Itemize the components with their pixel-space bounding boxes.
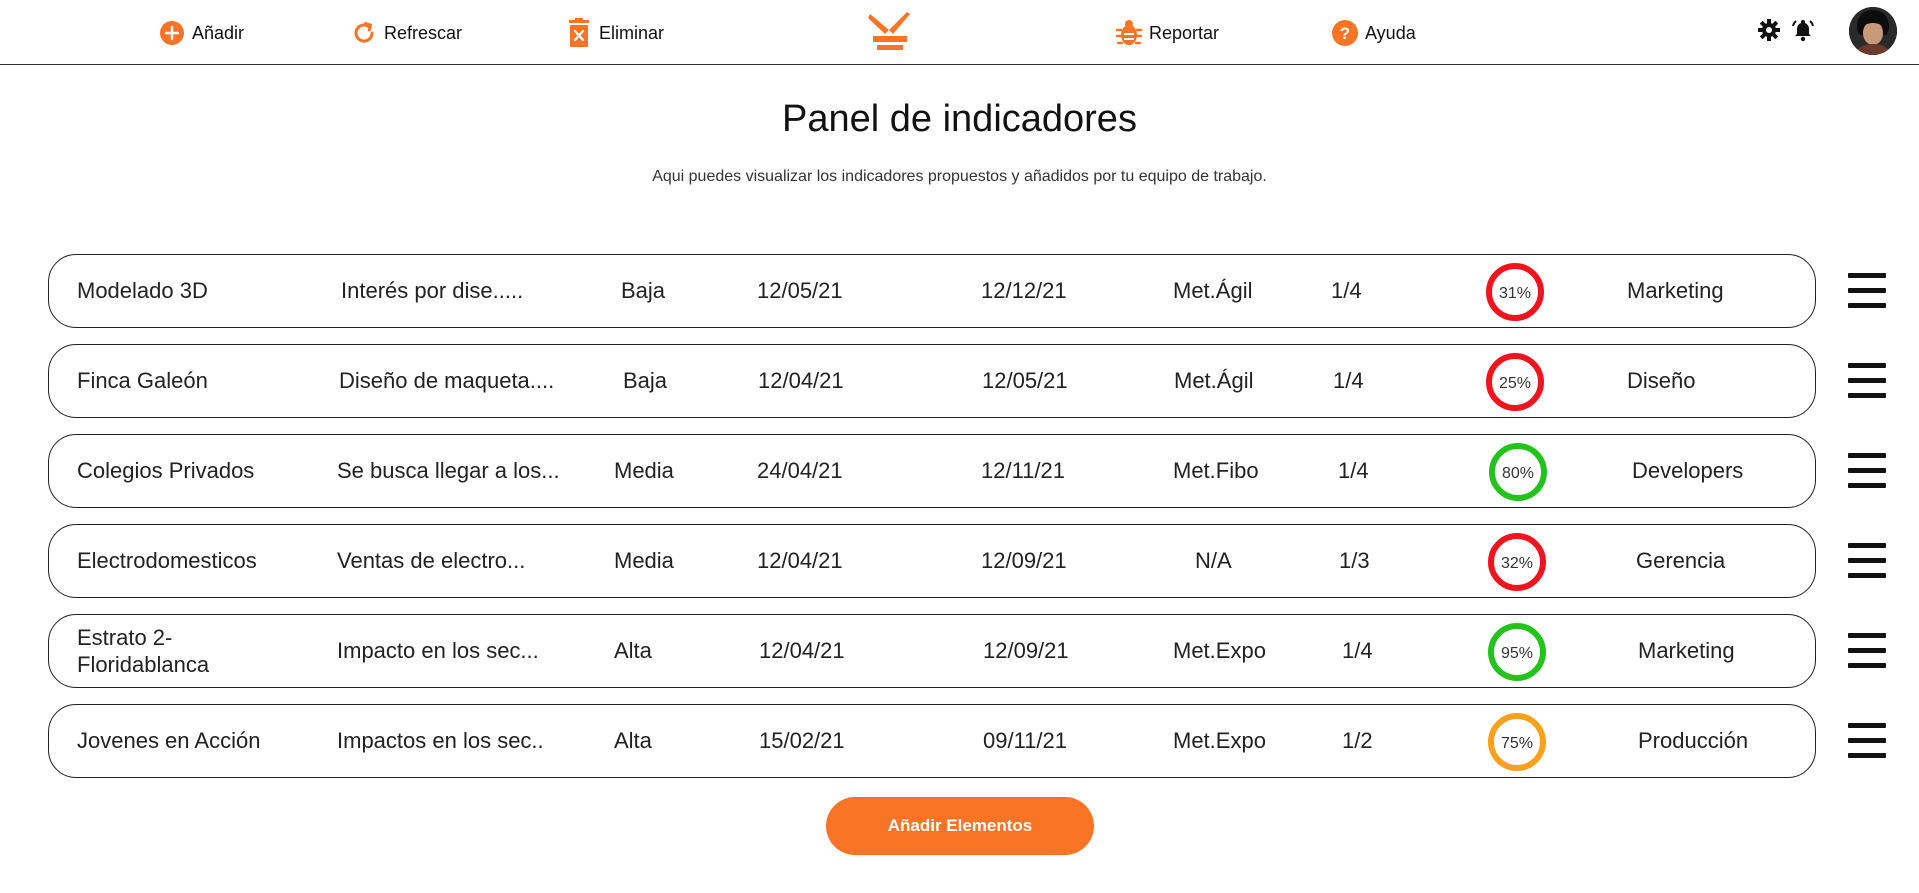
indicator-start-date: 24/04/21 bbox=[757, 458, 843, 483]
progress-ring: 75% bbox=[1488, 713, 1546, 771]
delete-label: Eliminar bbox=[599, 22, 665, 43]
help-label: Ayuda bbox=[1365, 22, 1416, 43]
indicator-row[interactable]: Finca Galeón Diseño de maqueta.... Baja … bbox=[48, 344, 1816, 418]
progress-ring: 31% bbox=[1486, 263, 1544, 321]
report-button[interactable]: Reportar bbox=[1115, 16, 1219, 50]
indicator-priority: Media bbox=[614, 458, 674, 483]
progress-label: 75% bbox=[1501, 735, 1533, 752]
indicator-method: Met.Expo bbox=[1173, 638, 1266, 663]
indicator-row[interactable]: Colegios Privados Se busca llegar a los.… bbox=[48, 434, 1816, 508]
indicator-method: Met.Fibo bbox=[1173, 458, 1259, 483]
indicator-start-date: 15/02/21 bbox=[759, 728, 845, 753]
indicator-phase: 1/4 bbox=[1333, 368, 1364, 393]
indicator-description: Ventas de electro... bbox=[337, 548, 526, 573]
settings-button[interactable] bbox=[1757, 18, 1781, 47]
refresh-icon bbox=[350, 19, 378, 47]
indicator-name: Electrodomesticos bbox=[77, 548, 257, 573]
indicator-name: Estrato 2- Floridablanca bbox=[77, 625, 210, 677]
refresh-label: Refrescar bbox=[384, 22, 463, 43]
top-toolbar: Añadir Refrescar Eliminar Reportar ? Ayu… bbox=[0, 0, 1919, 65]
page-subtitle: Aqui puedes visualizar los indicadores p… bbox=[652, 168, 1267, 185]
indicator-name: Jovenes en Acción bbox=[77, 728, 261, 753]
indicator-priority: Media bbox=[614, 548, 674, 573]
progress-label: 80% bbox=[1502, 465, 1534, 482]
brand-logo[interactable] bbox=[867, 12, 913, 52]
indicator-priority: Alta bbox=[614, 638, 652, 663]
progress-ring: 25% bbox=[1486, 353, 1544, 411]
row-menu-button[interactable] bbox=[1848, 271, 1888, 311]
indicator-row[interactable]: Jovenes en Acción Impactos en los sec.. … bbox=[48, 704, 1816, 778]
indicator-description: Interés por dise..... bbox=[341, 278, 524, 303]
progress-ring: 32% bbox=[1488, 533, 1546, 591]
indicator-name: Modelado 3D bbox=[77, 278, 208, 303]
indicator-priority: Baja bbox=[623, 368, 668, 393]
svg-text:?: ? bbox=[1340, 24, 1350, 43]
indicator-end-date: 12/05/21 bbox=[982, 368, 1068, 393]
plus-circle-icon bbox=[158, 19, 186, 47]
indicator-description: Diseño de maqueta.... bbox=[339, 368, 555, 393]
indicator-priority: Baja bbox=[621, 278, 666, 303]
indicator-end-date: 12/12/21 bbox=[981, 278, 1067, 303]
row-menu-button[interactable] bbox=[1848, 631, 1888, 671]
user-avatar[interactable] bbox=[1849, 7, 1897, 55]
indicator-priority: Alta bbox=[614, 728, 652, 753]
help-icon: ? bbox=[1331, 19, 1359, 47]
indicator-end-date: 12/09/21 bbox=[981, 548, 1067, 573]
indicator-team: Producción bbox=[1638, 728, 1749, 753]
indicator-start-date: 12/05/21 bbox=[757, 278, 843, 303]
help-button[interactable]: ? Ayuda bbox=[1331, 16, 1416, 50]
indicator-row[interactable]: Estrato 2- Floridablanca Impacto en los … bbox=[48, 614, 1816, 688]
row-menu-button[interactable] bbox=[1848, 721, 1888, 761]
indicator-row[interactable]: Electrodomesticos Ventas de electro... M… bbox=[48, 524, 1816, 598]
progress-label: 31% bbox=[1499, 285, 1531, 302]
add-elements-button[interactable]: Añadir Elementos bbox=[826, 797, 1094, 855]
add-button[interactable]: Añadir bbox=[158, 16, 244, 50]
row-menu-button[interactable] bbox=[1848, 361, 1888, 401]
row-menu-button[interactable] bbox=[1848, 451, 1888, 491]
progress-ring: 95% bbox=[1488, 623, 1546, 681]
indicator-name: Finca Galeón bbox=[77, 368, 208, 393]
indicator-phase: 1/4 bbox=[1331, 278, 1362, 303]
indicator-method: Met.Ágil bbox=[1173, 278, 1253, 303]
indicator-end-date: 12/11/21 bbox=[981, 458, 1066, 483]
add-label: Añadir bbox=[192, 22, 245, 43]
indicator-description: Impacto en los sec... bbox=[337, 638, 539, 663]
indicator-start-date: 12/04/21 bbox=[758, 368, 844, 393]
indicator-description: Impactos en los sec.. bbox=[337, 728, 544, 753]
progress-label: 32% bbox=[1501, 555, 1533, 572]
indicator-name: Colegios Privados bbox=[77, 458, 255, 483]
bell-icon bbox=[1792, 20, 1814, 42]
indicator-row[interactable]: Modelado 3D Interés por dise..... Baja 1… bbox=[48, 254, 1816, 328]
indicator-method: N/A bbox=[1195, 548, 1232, 573]
indicator-team: Diseño bbox=[1627, 368, 1696, 393]
indicator-start-date: 12/04/21 bbox=[759, 638, 845, 663]
indicator-team: Marketing bbox=[1627, 278, 1724, 303]
bug-icon bbox=[1115, 19, 1143, 47]
trash-icon bbox=[565, 18, 593, 47]
delete-button[interactable]: Eliminar bbox=[565, 16, 664, 50]
row-menu-button[interactable] bbox=[1848, 541, 1888, 581]
progress-label: 25% bbox=[1499, 375, 1531, 392]
indicator-phase: 1/4 bbox=[1338, 458, 1369, 483]
indicator-team: Developers bbox=[1632, 458, 1744, 483]
page-title: Panel de indicadores bbox=[782, 98, 1137, 140]
indicator-description: Se busca llegar a los... bbox=[337, 458, 560, 483]
indicator-phase: 1/3 bbox=[1339, 548, 1370, 573]
indicator-method: Met.Expo bbox=[1173, 728, 1266, 753]
indicator-method: Met.Ágil bbox=[1174, 368, 1254, 393]
progress-label: 95% bbox=[1501, 645, 1533, 662]
notifications-button[interactable] bbox=[1791, 18, 1815, 47]
refresh-button[interactable]: Refrescar bbox=[350, 16, 462, 50]
gear-icon bbox=[1758, 19, 1780, 41]
indicator-phase: 1/4 bbox=[1342, 638, 1373, 663]
progress-ring: 80% bbox=[1489, 443, 1547, 501]
indicator-start-date: 12/04/21 bbox=[757, 548, 843, 573]
indicator-team: Gerencia bbox=[1636, 548, 1726, 573]
indicator-phase: 1/2 bbox=[1342, 728, 1373, 753]
indicator-team: Marketing bbox=[1638, 638, 1735, 663]
report-label: Reportar bbox=[1149, 22, 1220, 43]
indicator-end-date: 12/09/21 bbox=[983, 638, 1069, 663]
indicator-end-date: 09/11/21 bbox=[983, 728, 1068, 753]
